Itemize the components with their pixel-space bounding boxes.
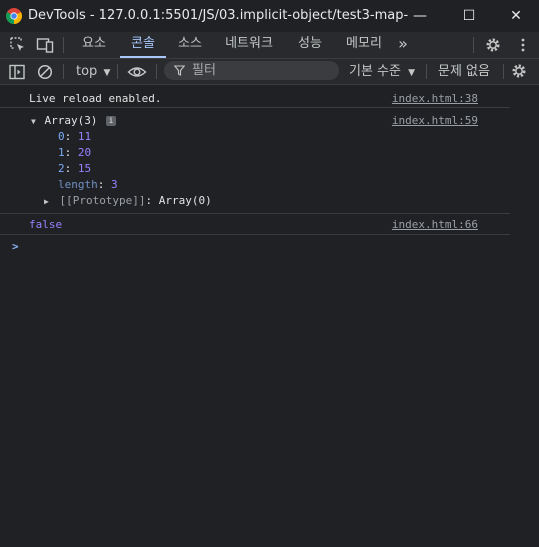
- prototype-row[interactable]: ▶ [[Prototype]]: Array(0): [44, 194, 212, 207]
- array-item-key: 0: [58, 130, 65, 143]
- clear-console-icon[interactable]: [36, 63, 54, 81]
- array-item-value: 20: [77, 146, 92, 159]
- tab-sources[interactable]: 소스: [168, 32, 212, 58]
- message-divider: [0, 234, 510, 235]
- live-expression-eye-icon[interactable]: [127, 63, 147, 81]
- inspect-element-icon[interactable]: [9, 36, 27, 54]
- expand-triangle-right-icon: ▶: [44, 197, 49, 206]
- log-levels-dropdown[interactable]: 기본 수준 ▼: [349, 59, 415, 84]
- message-divider: [0, 107, 510, 108]
- array-item: 1: 20: [58, 146, 92, 159]
- maximize-button[interactable]: ☐: [459, 6, 479, 26]
- toolbar-divider: [63, 37, 64, 53]
- array-item-key: 2: [58, 162, 65, 175]
- boolean-value: false: [29, 218, 63, 231]
- minimize-button[interactable]: —: [410, 6, 430, 26]
- panel-tab-bar: 요소 콘솔 소스 네트워크 성능 메모리 »: [0, 32, 539, 59]
- kebab-menu-icon[interactable]: [514, 36, 532, 54]
- array-item: 2: 15: [58, 162, 92, 175]
- filter-input[interactable]: 필터: [164, 61, 339, 80]
- array-header[interactable]: ▼ Array(3) i: [31, 114, 117, 127]
- chevron-down-icon: ▼: [103, 68, 111, 78]
- toolbar-divider: [473, 37, 474, 53]
- prototype-value: Array(0): [158, 194, 212, 207]
- console-output: Live reload enabled. index.html:38 ▼ Arr…: [0, 85, 539, 547]
- tab-memory[interactable]: 메모리: [338, 32, 390, 58]
- toolbar-divider: [63, 64, 64, 79]
- tab-console[interactable]: 콘솔: [120, 32, 166, 58]
- title-bar: DevTools - 127.0.0.1:5501/JS/03.implicit…: [0, 0, 539, 32]
- context-selector[interactable]: top ▼: [76, 59, 110, 84]
- tab-elements[interactable]: 요소: [72, 32, 116, 58]
- tab-network[interactable]: 네트워크: [218, 32, 280, 58]
- more-tabs-button[interactable]: »: [392, 32, 414, 58]
- issues-button[interactable]: 문제 없음: [438, 59, 490, 84]
- array-header-label: Array(3): [44, 114, 98, 127]
- length-key: length: [58, 178, 98, 191]
- tab-performance[interactable]: 성능: [288, 32, 332, 58]
- toolbar-divider: [117, 64, 118, 79]
- device-toolbar-icon[interactable]: [36, 36, 54, 54]
- console-toolbar: top ▼ 필터 기본 수준 ▼ 문제 없음: [0, 59, 539, 85]
- filter-placeholder: 필터: [192, 63, 216, 78]
- window-title: DevTools - 127.0.0.1:5501/JS/03.implicit…: [28, 8, 408, 23]
- array-item-value: 11: [77, 130, 92, 143]
- info-badge-icon: i: [106, 116, 117, 126]
- array-item: 0: 11: [58, 130, 92, 143]
- length-value: 3: [111, 178, 118, 191]
- log-levels-label: 기본 수준: [349, 64, 401, 79]
- chevron-down-icon: ▼: [408, 68, 416, 78]
- toolbar-divider: [426, 64, 427, 79]
- toolbar-divider: [156, 64, 157, 79]
- source-link[interactable]: index.html:59: [392, 114, 478, 127]
- expand-triangle-down-icon: ▼: [31, 117, 36, 126]
- prompt-chevron-icon: >: [12, 240, 19, 253]
- array-length: length: 3: [58, 178, 118, 191]
- source-link[interactable]: index.html:38: [392, 92, 478, 105]
- message-divider: [0, 213, 510, 214]
- console-message-text: Live reload enabled.: [29, 92, 162, 105]
- settings-gear-icon[interactable]: [484, 36, 502, 54]
- close-button[interactable]: ✕: [506, 6, 526, 26]
- prototype-key: [[Prototype]]: [59, 194, 146, 207]
- console-prompt[interactable]: >: [0, 240, 510, 256]
- console-message-array: ▼ Array(3) i index.html:59 0: 11 1: 20 2…: [0, 114, 510, 210]
- array-item-key: 1: [58, 146, 65, 159]
- array-item-value: 15: [77, 162, 92, 175]
- toolbar-divider: [503, 64, 504, 79]
- source-link[interactable]: index.html:66: [392, 218, 478, 231]
- chrome-icon: [6, 8, 22, 24]
- filter-funnel-icon: [174, 65, 185, 76]
- context-selector-label: top: [76, 64, 98, 79]
- sidebar-toggle-icon[interactable]: [8, 63, 26, 81]
- console-settings-gear-icon[interactable]: [510, 62, 528, 80]
